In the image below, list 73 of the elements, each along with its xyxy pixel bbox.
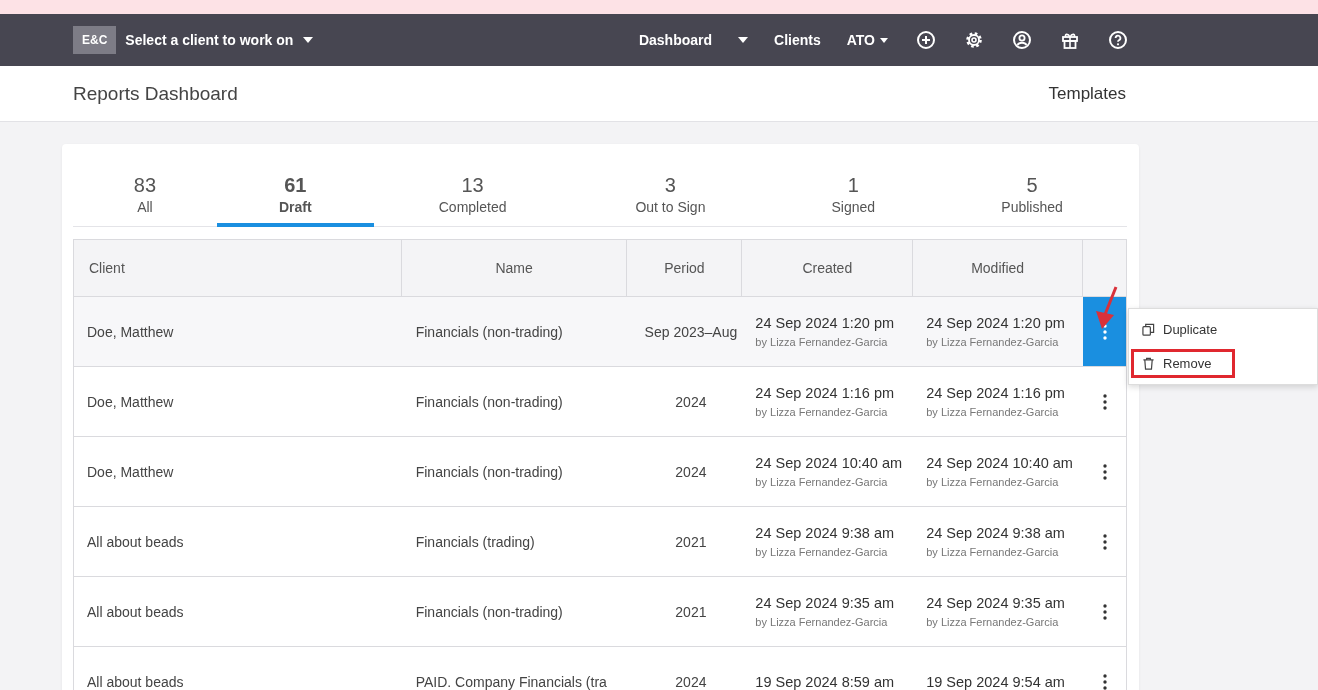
nav-dropdown[interactable]: ATO — [846, 32, 888, 48]
nav-link[interactable]: Clients — [774, 32, 821, 48]
modified-date: 19 Sep 2024 9:54 am — [926, 673, 1065, 690]
table-cell-text: Doe, Matthew — [86, 392, 175, 412]
more-icon — [1102, 533, 1107, 550]
created-date: 24 Sep 2024 1:20 pm — [755, 315, 895, 331]
table-cell-text: All about beads — [86, 672, 185, 690]
status-tab[interactable]: 83 All — [73, 164, 217, 227]
table-cell-text: 2021 — [674, 532, 708, 552]
table-cell-text: 2024 — [674, 462, 708, 482]
caret-icon[interactable] — [738, 37, 749, 43]
table-cell-text: 2021 — [674, 602, 708, 622]
table-cell-text: Financials (non-trading) — [414, 392, 564, 412]
author-text: by Lizza Fernandez-Garcia — [755, 616, 888, 628]
author-text: by Lizza Fernandez-Garcia — [926, 476, 1059, 488]
menu-item[interactable]: Remove — [1131, 349, 1235, 378]
trash-icon — [1142, 357, 1155, 370]
page-title: Reports Dashboard — [73, 82, 238, 105]
menu-item[interactable]: Duplicate — [1131, 315, 1235, 344]
modified-date: 24 Sep 2024 1:20 pm — [926, 315, 1065, 331]
status-tab[interactable]: 61 Draft — [216, 164, 374, 227]
author-text: by Lizza Fernandez-Garcia — [926, 336, 1059, 348]
client-selector[interactable]: Select a client to work on — [125, 32, 314, 48]
add-icon[interactable] — [916, 30, 936, 50]
table-cell-text: 2024 — [674, 392, 708, 412]
table-cell-text: Financials (non-trading) — [414, 462, 564, 482]
modified-date: 24 Sep 2024 9:38 am — [926, 525, 1065, 541]
table-cell-text: Financials (trading) — [414, 532, 536, 552]
table-cell-text: Financials (non-trading) — [414, 602, 564, 622]
created-date: 24 Sep 2024 1:16 pm — [755, 385, 895, 401]
table-cell-text: Doe, Matthew — [86, 462, 175, 482]
author-text: by Lizza Fernandez-Garcia — [926, 406, 1059, 418]
templates-link[interactable]: Templates — [1048, 83, 1126, 104]
author-text: by Lizza Fernandez-Garcia — [926, 546, 1059, 558]
table-cell-text: Doe, Matthew — [86, 322, 175, 342]
author-text: by Lizza Fernandez-Garcia — [755, 406, 888, 418]
status-tab[interactable]: 1 Signed — [769, 164, 938, 227]
column-header: Created — [742, 240, 914, 296]
created-date: 19 Sep 2024 8:59 am — [755, 673, 895, 690]
logo-badge: E&C — [73, 26, 117, 54]
more-icon — [1102, 673, 1107, 690]
copy-icon — [1142, 323, 1155, 336]
more-icon — [1102, 603, 1107, 620]
table-cell-text: All about beads — [86, 532, 185, 552]
help-icon[interactable] — [1108, 30, 1128, 50]
created-date: 24 Sep 2024 9:35 am — [755, 595, 895, 611]
modified-date: 24 Sep 2024 10:40 am — [926, 455, 1073, 471]
table-cell-text: PAID. Company Financials (tra — [414, 672, 608, 690]
user-icon[interactable] — [1012, 30, 1032, 50]
table-cell-text: All about beads — [86, 602, 185, 622]
table-cell-text: Financials (non-trading) — [414, 322, 564, 342]
more-icon — [1102, 393, 1107, 410]
column-header: Name — [401, 240, 628, 296]
modified-date: 24 Sep 2024 1:16 pm — [926, 385, 1065, 401]
author-text: by Lizza Fernandez-Garcia — [755, 336, 888, 348]
table-cell-text: 2024 — [674, 672, 708, 690]
status-tab[interactable]: 3 Out to Sign — [571, 164, 770, 227]
author-text: by Lizza Fernandez-Garcia — [755, 546, 888, 558]
more-icon — [1102, 463, 1107, 480]
author-text: by Lizza Fernandez-Garcia — [926, 616, 1059, 628]
created-date: 24 Sep 2024 10:40 am — [755, 455, 903, 471]
column-header: Client — [74, 240, 402, 296]
nav-link[interactable]: Dashboard — [638, 32, 713, 48]
table-cell-text: Sep 2023–Aug — [643, 322, 739, 342]
column-header: Modified — [913, 240, 1084, 296]
author-text: by Lizza Fernandez-Garcia — [755, 476, 888, 488]
column-header: Period — [627, 240, 743, 296]
created-date: 24 Sep 2024 9:38 am — [755, 525, 895, 541]
modified-date: 24 Sep 2024 9:35 am — [926, 595, 1065, 611]
status-tab[interactable]: 5 Published — [937, 164, 1127, 227]
more-icon — [1102, 323, 1107, 340]
status-tab[interactable]: 13 Completed — [373, 164, 572, 227]
settings-icon[interactable] — [964, 30, 984, 50]
